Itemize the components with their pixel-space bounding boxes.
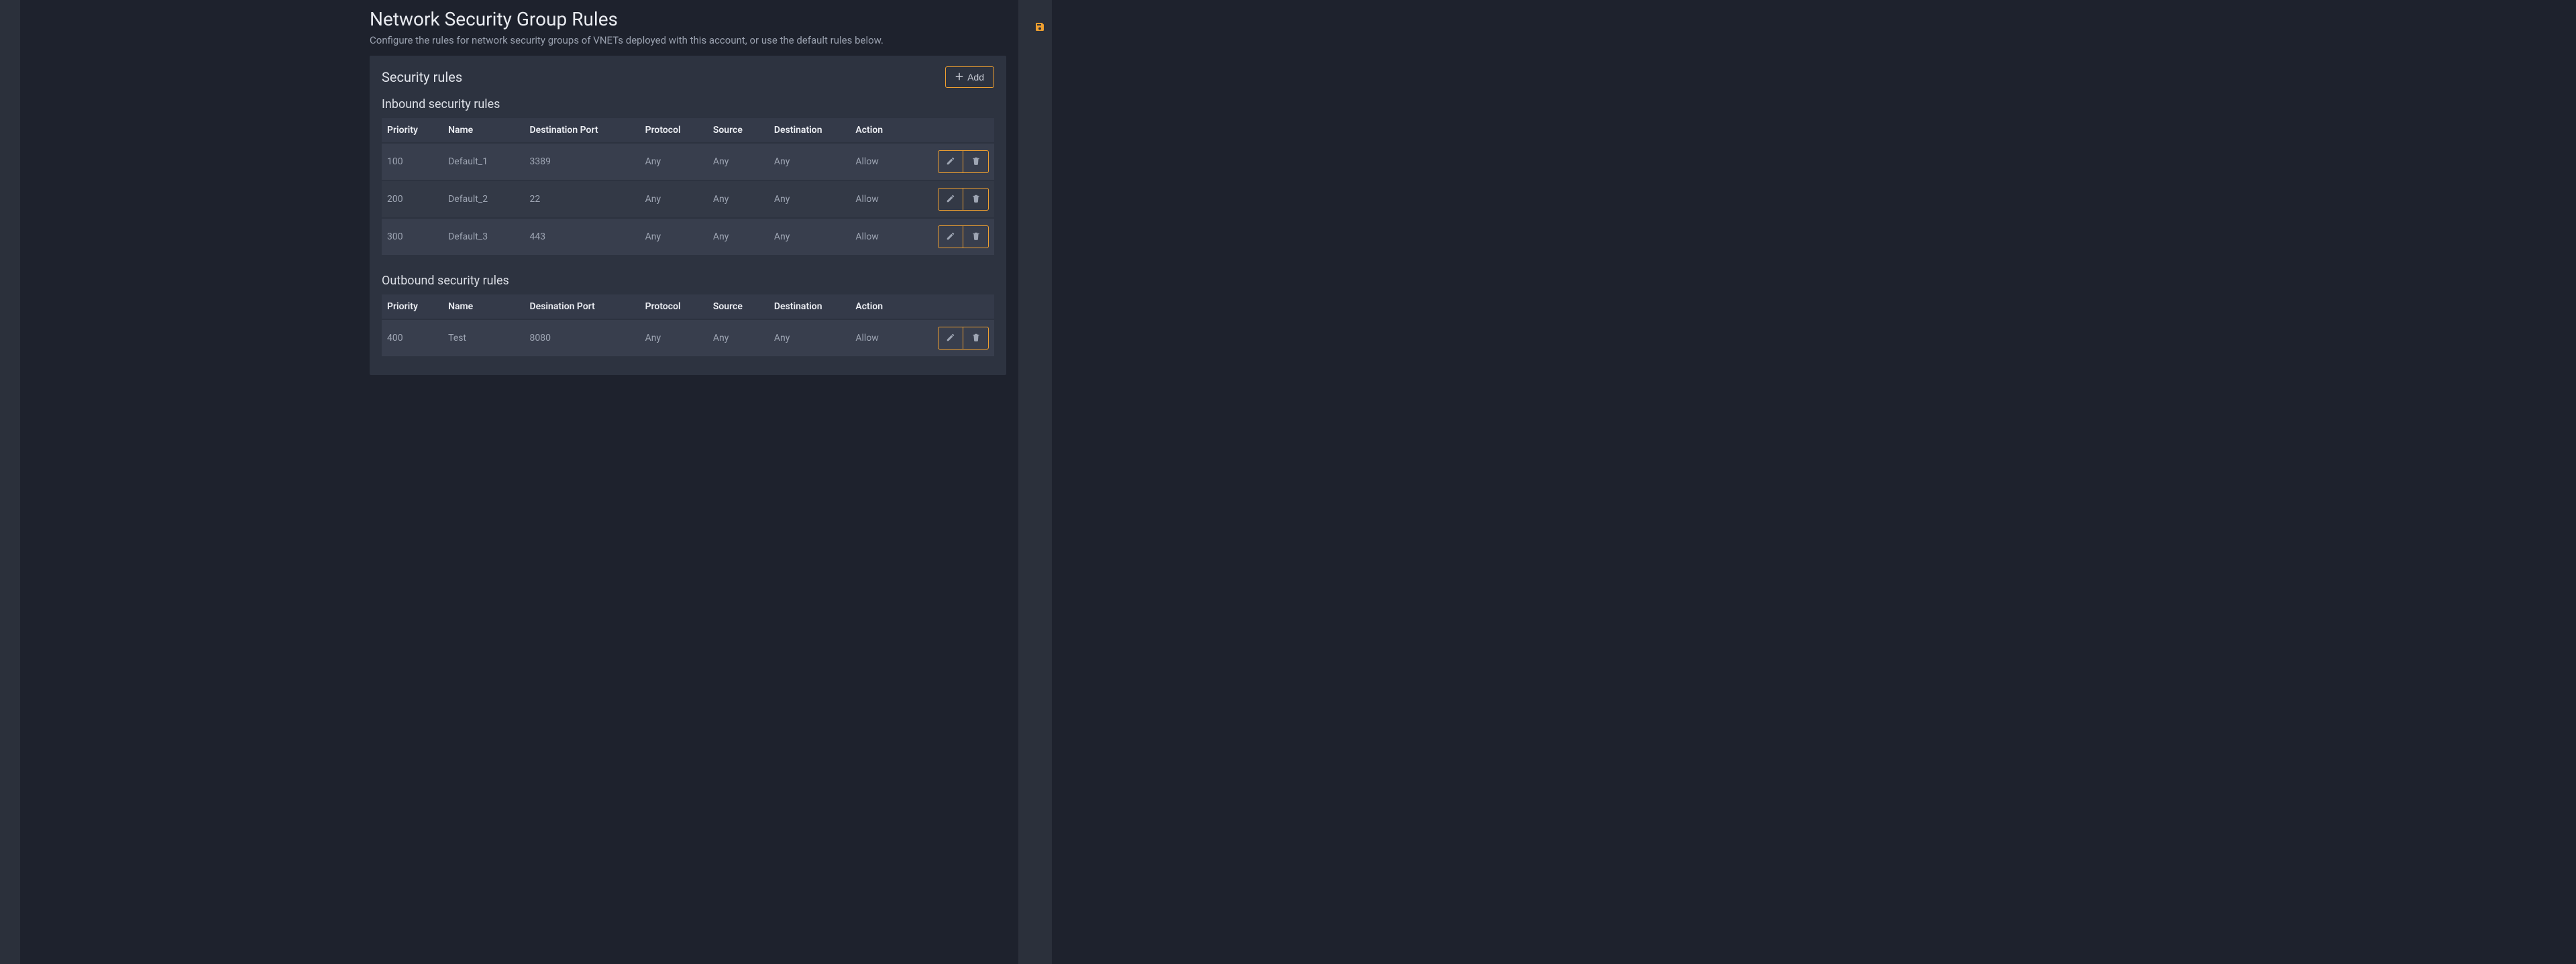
inbound-title: Inbound security rules [382,97,994,111]
pencil-icon [946,194,955,205]
cell-protocol: Any [640,180,708,218]
cell-action: Allow [850,180,931,218]
add-rule-label: Add [967,72,984,83]
col-port: Desination Port [525,294,640,319]
pencil-icon [946,231,955,243]
delete-button[interactable] [963,327,989,350]
col-port: Destination Port [525,118,640,143]
cell-port: 443 [525,218,640,255]
edit-button[interactable] [938,327,963,350]
row-actions-cell [932,143,994,180]
right-toolbar [1028,0,1052,964]
cell-priority: 200 [382,180,443,218]
outbound-table: Priority Name Desination Port Protocol S… [382,294,994,356]
page-title: Network Security Group Rules [358,0,1018,34]
delete-button[interactable] [963,150,989,173]
col-protocol: Protocol [640,294,708,319]
row-actions-cell [932,218,994,255]
cell-source: Any [708,319,769,356]
cell-priority: 300 [382,218,443,255]
cell-port: 22 [525,180,640,218]
security-rules-card: Security rules Add Inbound security rule… [370,56,1006,375]
outbound-title: Outbound security rules [382,274,994,288]
col-destination: Destination [769,294,850,319]
inbound-table: Priority Name Destination Port Protocol … [382,118,994,255]
col-action: Action [850,118,931,143]
table-row: 100Default_13389AnyAnyAnyAllow [382,143,994,180]
col-action: Action [850,294,931,319]
delete-button[interactable] [963,188,989,211]
row-actions-cell [932,319,994,356]
cell-source: Any [708,218,769,255]
cell-source: Any [708,180,769,218]
col-destination: Destination [769,118,850,143]
row-actions-cell [932,180,994,218]
cell-destination: Any [769,180,850,218]
cell-destination: Any [769,143,850,180]
right-spacer [1018,0,1028,964]
cell-name: Default_2 [443,180,524,218]
cell-priority: 100 [382,143,443,180]
col-source: Source [708,118,769,143]
left-gutter [0,0,20,964]
col-priority: Priority [382,118,443,143]
delete-button[interactable] [963,225,989,248]
cell-action: Allow [850,319,931,356]
main-content: Network Security Group Rules Configure t… [358,0,1018,964]
cell-priority: 400 [382,319,443,356]
pencil-icon [946,333,955,344]
add-rule-button[interactable]: Add [945,66,994,88]
cell-action: Allow [850,218,931,255]
cell-source: Any [708,143,769,180]
edit-button[interactable] [938,225,963,248]
table-row: 200Default_222AnyAnyAnyAllow [382,180,994,218]
cell-name: Default_3 [443,218,524,255]
plus-icon [955,72,963,83]
edit-button[interactable] [938,150,963,173]
cell-destination: Any [769,218,850,255]
col-name: Name [443,294,524,319]
cell-port: 3389 [525,143,640,180]
page-subtitle: Configure the rules for network security… [358,34,1018,56]
cell-destination: Any [769,319,850,356]
cell-action: Allow [850,143,931,180]
cell-name: Default_1 [443,143,524,180]
save-icon[interactable] [1034,21,1045,35]
table-row: 300Default_3443AnyAnyAnyAllow [382,218,994,255]
table-row: 400Test8080AnyAnyAnyAllow [382,319,994,356]
col-protocol: Protocol [640,118,708,143]
side-panel [20,0,358,964]
trash-icon [971,156,981,168]
col-source: Source [708,294,769,319]
col-priority: Priority [382,294,443,319]
cell-name: Test [443,319,524,356]
cell-protocol: Any [640,143,708,180]
edit-button[interactable] [938,188,963,211]
col-name: Name [443,118,524,143]
trash-icon [971,194,981,205]
pencil-icon [946,156,955,168]
cell-protocol: Any [640,319,708,356]
card-title: Security rules [382,69,462,85]
cell-protocol: Any [640,218,708,255]
trash-icon [971,333,981,344]
trash-icon [971,231,981,243]
cell-port: 8080 [525,319,640,356]
